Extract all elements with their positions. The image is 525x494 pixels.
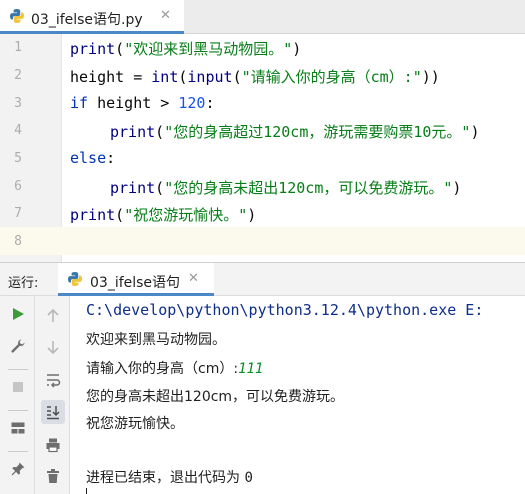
- run-panel-label: 运行:: [8, 276, 39, 291]
- line-number: 7: [14, 206, 22, 221]
- trash-icon[interactable]: [41, 464, 65, 488]
- console-output[interactable]: C:\develop\python\python3.12.4\python.ex…: [70, 296, 525, 494]
- editor-tab-03-ifelse[interactable]: 03_ifelse语句.py ✕: [0, 0, 184, 34]
- current-line-highlight: [0, 227, 525, 255]
- line-number: 6: [14, 179, 22, 194]
- soft-wrap-icon[interactable]: [41, 368, 65, 392]
- close-icon[interactable]: ✕: [160, 8, 171, 23]
- run-icon[interactable]: [6, 302, 30, 326]
- console-command-line: C:\develop\python\python3.12.4\python.ex…: [86, 301, 484, 319]
- code-editor[interactable]: 1 2 3 4 5 6 7 8 print("欢迎来到黑马动物园。") heig…: [0, 34, 525, 262]
- line-number: 5: [14, 151, 22, 166]
- code-line-4: print("您的身高超过120cm，游玩需要购票10元。"): [110, 123, 480, 141]
- console-output-line: 欢迎来到黑马动物园。: [86, 332, 226, 348]
- editor-tab-bar: 03_ifelse语句.py ✕: [0, 0, 525, 34]
- code-line-1: print("欢迎来到黑马动物园。"): [70, 40, 302, 58]
- console-toolbar: [35, 296, 70, 494]
- run-tab-03-ifelse[interactable]: 03_ifelse语句 ✕: [58, 263, 214, 296]
- code-line-7: print("祝您游玩愉快。"): [70, 206, 257, 224]
- stop-icon[interactable]: [6, 375, 30, 399]
- line-number: 1: [14, 40, 22, 55]
- console-input-prompt: 请输入你的身高（cm）:111: [86, 361, 264, 377]
- console-cursor: [86, 488, 87, 494]
- exit-code: 0: [244, 470, 253, 486]
- down-arrow-icon[interactable]: [41, 335, 65, 359]
- close-icon[interactable]: ✕: [188, 271, 199, 286]
- console-user-input: 111: [238, 361, 264, 377]
- code-line-6: print("您的身高未超出120cm，可以免费游玩。"): [110, 179, 462, 197]
- editor-tab-label: 03_ifelse语句.py: [31, 12, 143, 28]
- run-panel-header: 运行: 03_ifelse语句 ✕: [0, 262, 525, 296]
- line-number-gutter: 1 2 3 4 5 6 7 8: [0, 34, 62, 262]
- console-exit-line: 进程已结束，退出代码为 0: [86, 470, 253, 486]
- code-line-2: height = int(input("请输入你的身高（cm）:")): [70, 68, 440, 86]
- line-number: 8: [14, 234, 22, 249]
- run-toolbar: [0, 296, 35, 494]
- toolbar-divider: [8, 369, 28, 370]
- code-line-3: if height > 120:: [70, 94, 215, 112]
- up-arrow-icon[interactable]: [41, 304, 65, 328]
- wrench-icon[interactable]: [6, 334, 30, 358]
- python-run-icon: [67, 271, 83, 287]
- line-number: 4: [14, 123, 22, 138]
- pin-icon[interactable]: [6, 457, 30, 481]
- code-line-5: else:: [70, 149, 116, 167]
- run-tab-label: 03_ifelse语句: [90, 275, 181, 291]
- python-file-icon: [9, 8, 25, 24]
- print-icon[interactable]: [41, 433, 65, 457]
- layout-icon[interactable]: [6, 416, 30, 440]
- line-number: 3: [14, 96, 22, 111]
- console-output-line: 您的身高未超出120cm，可以免费游玩。: [86, 389, 345, 405]
- console-output-line: 祝您游玩愉快。: [86, 416, 184, 432]
- line-number: 2: [14, 68, 22, 83]
- toolbar-divider: [8, 451, 28, 452]
- toolbar-divider: [8, 410, 28, 411]
- scroll-to-end-icon[interactable]: [41, 400, 65, 424]
